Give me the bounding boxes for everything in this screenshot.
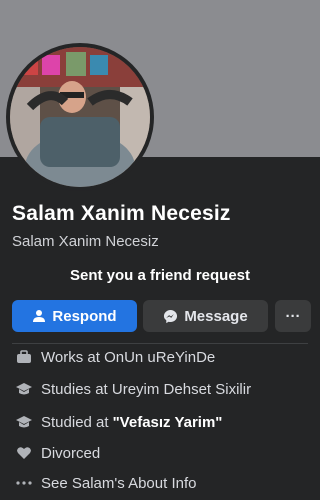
profile-name: Salam Xanim Necesiz <box>12 202 231 225</box>
more-icon: ··· <box>285 307 301 325</box>
relationship-status: Divorced <box>41 444 101 462</box>
avatar[interactable] <box>10 47 150 187</box>
info-study-current: Studies at Ureyim Dehset Sixilir <box>14 380 251 398</box>
study2-prefix: Studied at <box>41 413 109 431</box>
friend-request-text: Sent you a friend request <box>69 267 251 284</box>
message-label: Message <box>184 307 248 325</box>
respond-label: Respond <box>52 307 117 325</box>
study2-place[interactable]: "Vefasız Yarim" <box>113 414 223 431</box>
more-button[interactable]: ··· <box>275 300 311 332</box>
message-button[interactable]: Message <box>143 300 268 332</box>
work-place[interactable]: OnUn uReYinDe <box>104 349 215 366</box>
info-study-past: Studied at "Vefasız Yarim" <box>14 413 222 431</box>
info-work: Works at OnUn uReYinDe <box>14 348 215 366</box>
profile-subname: Salam Xanim Necesiz <box>12 233 159 250</box>
work-prefix: Works at <box>41 348 100 366</box>
study1-place[interactable]: Ureyim Dehset Sixilir <box>112 381 251 398</box>
respond-button[interactable]: Respond <box>12 300 137 332</box>
divider <box>12 343 308 344</box>
heart-icon <box>14 444 34 462</box>
about-link-label: See Salam's About Info <box>41 474 197 492</box>
ellipsis-icon <box>14 474 34 492</box>
info-relationship: Divorced <box>14 444 100 462</box>
see-about-info-link[interactable]: See Salam's About Info <box>14 474 196 492</box>
study1-prefix: Studies at <box>41 380 108 398</box>
avatar-photo <box>10 47 150 187</box>
messenger-icon <box>163 309 178 324</box>
person-icon <box>32 309 46 323</box>
graduation-cap-icon <box>14 380 34 398</box>
briefcase-icon <box>14 348 34 366</box>
graduation-cap-icon <box>14 413 34 431</box>
